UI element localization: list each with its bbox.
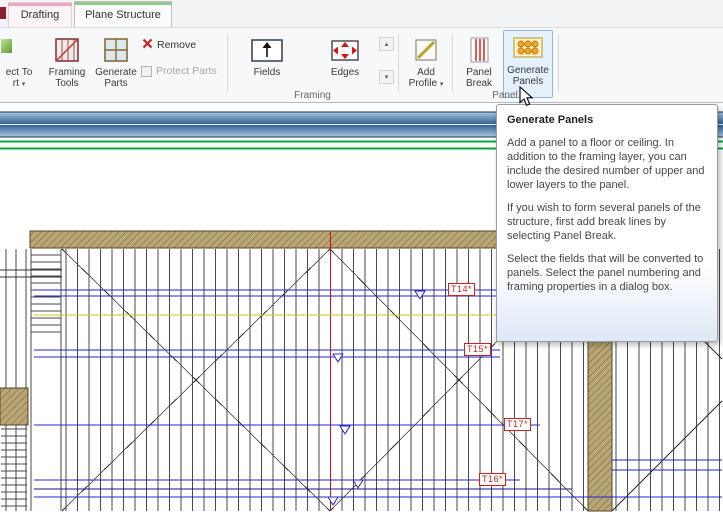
tooltip-title: Generate Panels (507, 113, 707, 127)
truss-label-t17: T17* (504, 418, 531, 431)
connect-to-part-label-line1: ect To (6, 67, 33, 78)
tab-drafting-label: Drafting (21, 9, 60, 21)
generate-panels-label-line1: Generate (507, 65, 549, 76)
edges-icon (327, 35, 363, 65)
truss-label-t16: T16* (479, 473, 506, 486)
tab-plane-structure[interactable]: Plane Structure (74, 1, 172, 27)
fields-label: Fields (254, 67, 281, 78)
tooltip-paragraph-2: If you wish to form several panels of th… (507, 201, 707, 243)
gallery-scroll-column: ▴ ▾ (379, 37, 394, 84)
connect-to-part-button[interactable]: ect To rt ▾ (0, 32, 38, 96)
framing-tools-icon (54, 35, 80, 65)
group-label-framing: Framing (227, 90, 398, 101)
fields-button[interactable]: Fields (238, 32, 296, 96)
gallery-scroll-down-button[interactable]: ▾ (379, 70, 394, 84)
gallery-scroll-up-button[interactable]: ▴ (379, 37, 394, 51)
tab-drafting[interactable]: Drafting (8, 2, 72, 27)
truss-label-t14: T14* (448, 283, 475, 296)
framing-tools-label-line2: Tools (49, 78, 86, 89)
group-separator (227, 34, 228, 92)
add-profile-icon (413, 35, 439, 65)
remove-x-icon (142, 38, 153, 52)
protect-parts-label: Protect Parts (156, 65, 217, 77)
tab-plane-structure-label: Plane Structure (85, 9, 161, 21)
remove-label: Remove (157, 39, 196, 51)
panel-break-icon (466, 35, 492, 65)
chevron-down-icon: ▾ (22, 81, 26, 88)
generate-parts-label-line2: Parts (95, 78, 137, 89)
panel-break-label-line1: Panel (466, 67, 492, 78)
checkbox-icon (141, 66, 152, 77)
clipped-toolbar-icon (0, 7, 6, 19)
remove-button[interactable]: Remove (142, 38, 196, 52)
group-separator (558, 34, 559, 92)
tooltip-paragraph-1: Add a panel to a floor or ceiling. In ad… (507, 136, 707, 192)
generate-parts-button[interactable]: Generate Parts (92, 32, 140, 96)
tooltip-paragraph-3: Select the fields that will be converted… (507, 252, 707, 294)
framing-tools-button[interactable]: Framing Tools (44, 32, 90, 96)
edges-label: Edges (331, 67, 359, 78)
group-separator (452, 34, 453, 92)
ribbon: ect To rt ▾ Framing Tools (0, 27, 723, 103)
add-profile-label-line1: Add (409, 67, 444, 78)
panel-break-label-line2: Break (466, 78, 492, 89)
fields-icon (249, 35, 285, 65)
generate-parts-icon (103, 35, 129, 65)
generate-parts-label-line1: Generate (95, 67, 137, 78)
chevron-down-icon: ▾ (440, 81, 444, 88)
protect-parts-checkbox: Protect Parts (141, 65, 217, 77)
panel-break-button[interactable]: Panel Break (456, 32, 502, 96)
ribbon-tab-bar: Drafting Plane Structure (0, 0, 723, 27)
tooltip-generate-panels: Generate Panels Add a panel to a floor o… (496, 104, 718, 342)
tab-accent-pink (8, 3, 72, 6)
add-profile-button[interactable]: Add Profile ▾ (402, 32, 450, 96)
mouse-cursor-icon (519, 86, 535, 108)
edges-button[interactable]: Edges (316, 32, 374, 96)
group-label-panel: Panel (452, 90, 558, 101)
framing-tools-label-line1: Framing (49, 67, 86, 78)
tab-accent-green (74, 2, 172, 5)
generate-panels-icon (512, 33, 544, 63)
connect-to-part-icon (1, 39, 12, 53)
truss-label-t15: T15* (464, 343, 491, 356)
group-separator (398, 34, 399, 92)
